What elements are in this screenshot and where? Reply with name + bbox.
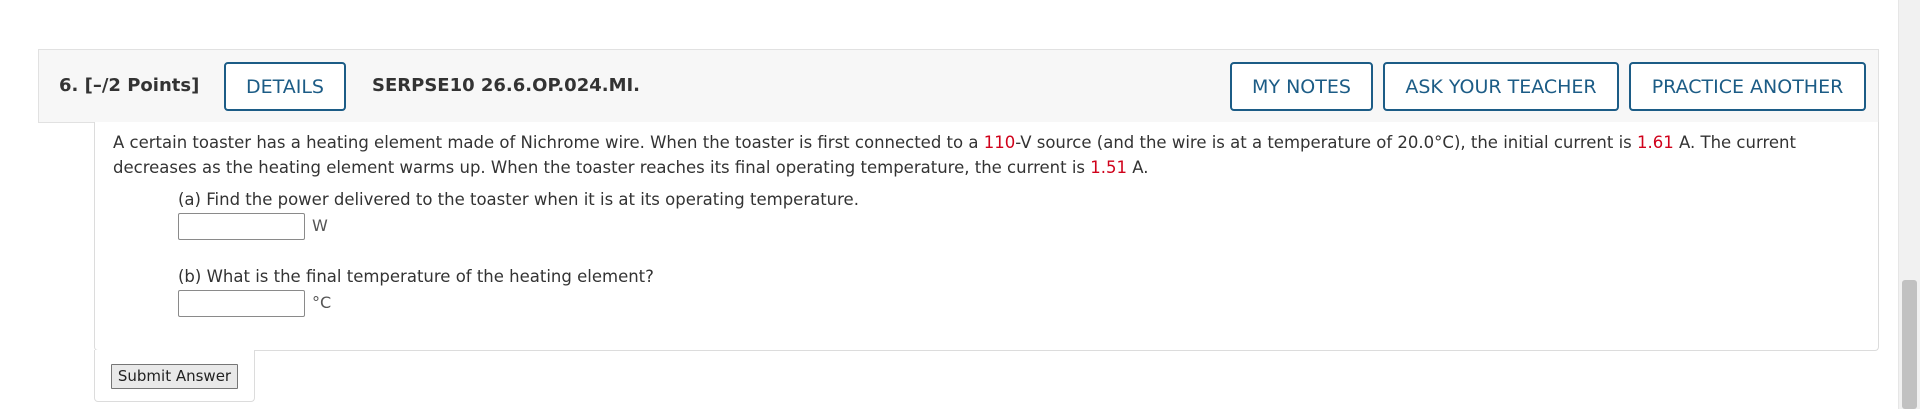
submit-answer-button[interactable]: Submit Answer: [111, 364, 238, 389]
part-a-unit: W: [312, 216, 328, 235]
question-prompt: A certain toaster has a heating element …: [113, 130, 1843, 180]
part-a-label: (a) Find the power delivered to the toas…: [178, 190, 859, 209]
part-b-label: (b) What is the final temperature of the…: [178, 267, 654, 286]
question-header: 6. [–/2 Points] DETAILS SERPSE10 26.6.OP…: [38, 49, 1879, 123]
prompt-text-2: -V source (and the wire is at a temperat…: [1015, 133, 1638, 152]
part-b-answer-input[interactable]: [178, 290, 305, 317]
voltage-value: 110: [983, 133, 1016, 152]
part-a-answer-input[interactable]: [178, 213, 305, 240]
question-body: A certain toaster has a heating element …: [94, 122, 1879, 351]
part-b-unit: °C: [312, 293, 332, 312]
initial-current-value: 1.61: [1637, 133, 1674, 152]
ask-your-teacher-button[interactable]: ASK YOUR TEACHER: [1383, 62, 1619, 111]
my-notes-button[interactable]: MY NOTES: [1230, 62, 1373, 111]
question-code: SERPSE10 26.6.OP.024.MI.: [372, 75, 641, 96]
details-button[interactable]: DETAILS: [224, 62, 346, 111]
scrollbar-thumb[interactable]: [1902, 280, 1917, 409]
submit-area: Submit Answer: [94, 350, 255, 402]
vertical-scrollbar[interactable]: [1898, 0, 1920, 409]
prompt-text-1: A certain toaster has a heating element …: [113, 133, 984, 152]
final-current-value: 1.51: [1090, 158, 1127, 177]
practice-another-button[interactable]: PRACTICE ANOTHER: [1629, 62, 1866, 111]
prompt-text-4: A.: [1127, 158, 1149, 177]
content-area: 6. [–/2 Points] DETAILS SERPSE10 26.6.OP…: [0, 0, 1898, 409]
question-number-points: 6. [–/2 Points]: [59, 75, 200, 96]
